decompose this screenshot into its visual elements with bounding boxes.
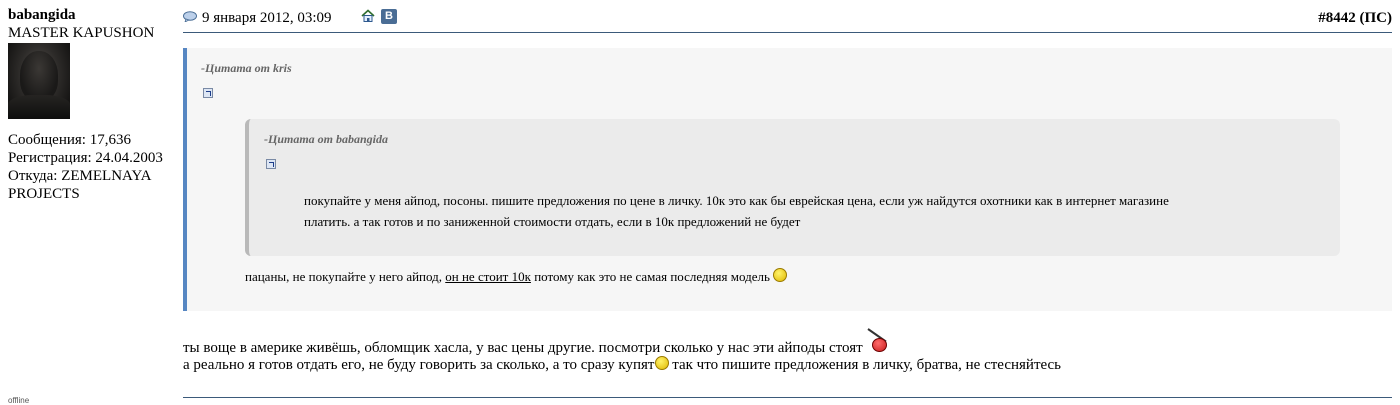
post-icon [183,11,197,22]
post-count: Сообщения: 17,636 [8,132,131,148]
post-number-suffix: (ПС) [1355,10,1393,26]
post-footer-divider [183,397,1392,398]
nested-quote-line-1: покупайте у меня айпод, посоны. пишите п… [304,193,1169,208]
quote-block: -Цитата от kris -Цитата от babangida пок… [183,48,1392,311]
post: 9 января 2012, 03:09 В #8442 (ПС) -Цитат… [183,0,1392,398]
online-status: offline [8,396,30,405]
post-number[interactable]: #8442 (ПС) [1318,10,1392,27]
post-text-line-2a: а реально я готов отдать его, не буду го… [183,357,655,373]
user-info: babangida MASTER KAPUSHON Сообщения: 17,… [8,6,180,203]
nested-view-post-icon[interactable] [266,159,276,169]
reply-text-start: пацаны, не покупайте у него айпод, [245,269,446,284]
nested-quote-line-2: платить. а так готов и по заниженной сто… [304,214,801,229]
user-title: MASTER KAPUSHON [8,25,155,41]
home-icon[interactable] [361,9,375,23]
post-date: 9 января 2012, 03:09 [202,10,332,26]
post-text-line-1: ты воще в америке живёшь, обломщик хасла… [183,340,863,356]
location-line2: PROJECTS [8,186,80,202]
post-number-link[interactable]: #8442 [1318,10,1356,26]
post-body-line-2: а реально я готов отдать его, не буду го… [183,356,1061,374]
avatar[interactable] [8,43,70,119]
quote-reply-text: пацаны, не покупайте у него айпод, он не… [245,268,788,285]
post-body-line-1: ты воще в америке живёшь, обломщик хасла… [183,326,892,357]
vk-icon[interactable]: В [381,9,397,24]
grin-smiley-icon [654,356,669,370]
reply-underlined-text: он не стоит 10к [445,269,531,284]
bug-spray-smiley-icon [866,326,892,356]
post-header: 9 января 2012, 03:09 В #8442 (ПС) [183,0,1392,33]
quote-author: -Цитата от kris [201,61,292,75]
nested-quote-author: -Цитата от babangida [264,132,389,146]
reply-text-end: потому как это не самая последняя модель [530,269,770,284]
username-link[interactable]: babangida [8,6,180,24]
post-text-line-2b: так что пишите предложения в личку, брат… [668,357,1062,373]
registration-date: Регистрация: 24.04.2003 [8,150,163,166]
location-line1: Откуда: ZEMELNAYA [8,168,152,184]
nested-quote-block: -Цитата от babangida покупайте у меня ай… [245,119,1340,256]
surprised-smiley-icon [773,268,788,282]
view-post-icon[interactable] [203,88,213,98]
